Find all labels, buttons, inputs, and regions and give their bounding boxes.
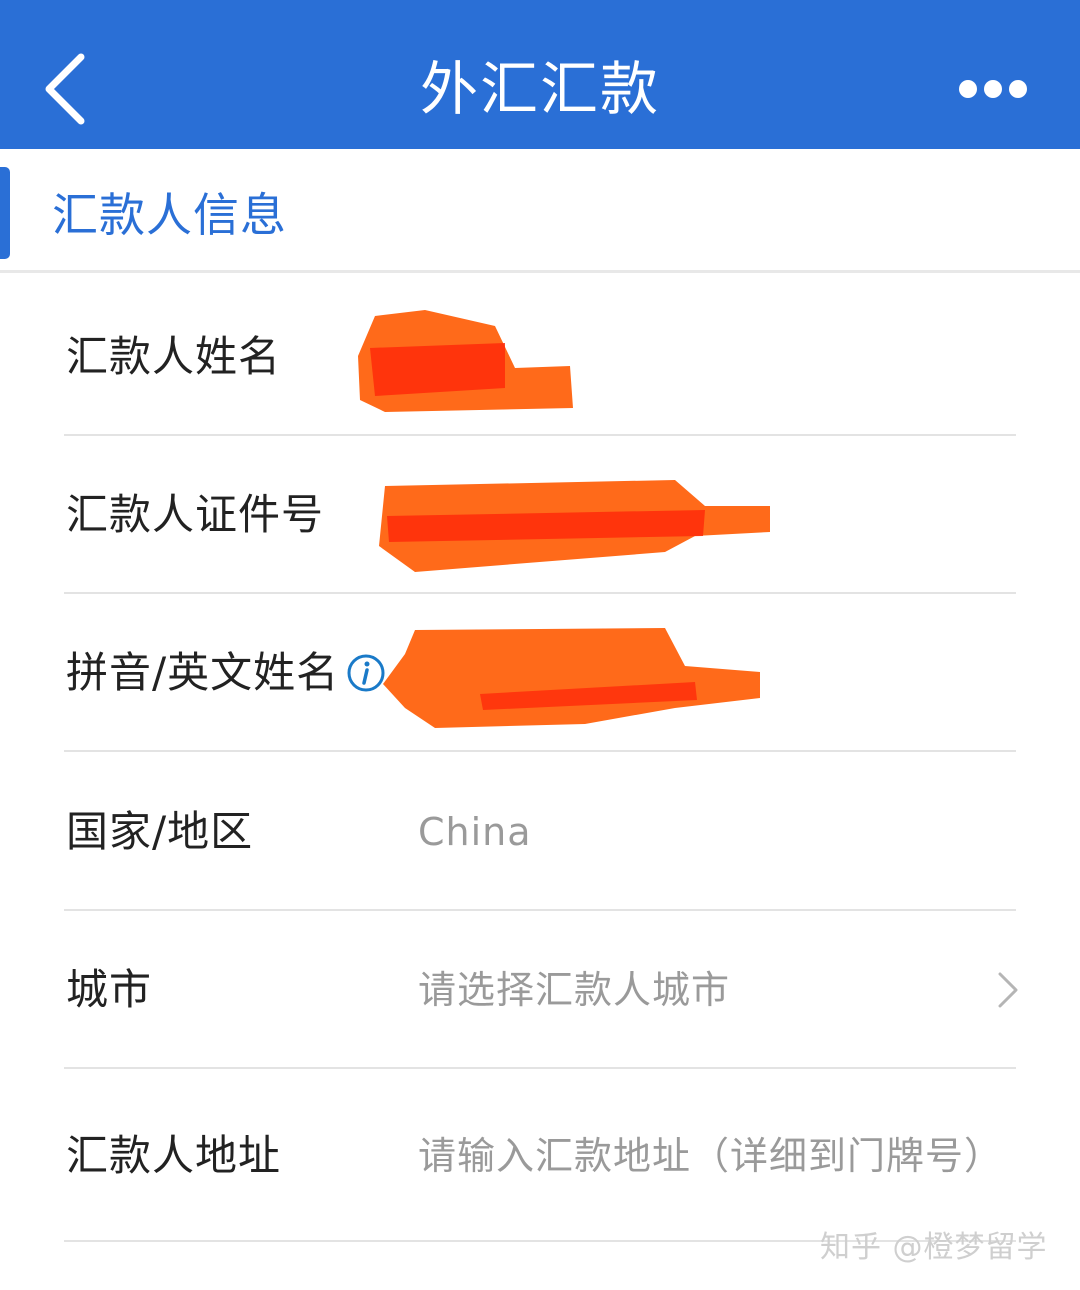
remitter-id-label: 汇款人证件号 — [66, 490, 325, 539]
address-row[interactable]: 汇款人地址 请输入汇款地址（详细到门牌号） — [0, 1069, 1080, 1242]
address-placeholder[interactable]: 请输入汇款地址（详细到门牌号） — [418, 1130, 1003, 1182]
city-label: 城市 — [66, 965, 153, 1014]
country-label: 国家/地区 — [66, 807, 254, 856]
section-title: 汇款人信息 — [52, 188, 287, 242]
address-label: 汇款人地址 — [66, 1130, 282, 1180]
page-title: 外汇汇款 — [419, 54, 660, 123]
pinyin-name-row[interactable]: 拼音/英文姓名 — [0, 594, 1080, 752]
section-accent-bar — [0, 167, 10, 259]
section-header: 汇款人信息 — [0, 149, 1080, 273]
city-row[interactable]: 城市 请选择汇款人城市 — [0, 911, 1080, 1069]
chevron-right-icon[interactable] — [992, 968, 1022, 1012]
country-value: China — [418, 810, 532, 854]
country-row[interactable]: 国家/地区 China — [0, 753, 1080, 911]
remitter-name-label: 汇款人姓名 — [66, 332, 282, 381]
watermark: 知乎 @橙梦留学 — [820, 1230, 1048, 1265]
city-placeholder[interactable]: 请选择汇款人城市 — [418, 964, 730, 1016]
redaction-mark — [358, 310, 573, 412]
row-divider — [64, 750, 1016, 752]
more-button[interactable] — [945, 62, 1041, 116]
remitter-name-row[interactable]: 汇款人姓名 — [0, 278, 1080, 436]
remitter-id-row[interactable]: 汇款人证件号 — [0, 436, 1080, 594]
redaction-mark — [383, 628, 760, 728]
pinyin-name-label: 拼音/英文姓名 — [66, 648, 340, 697]
more-dots-icon — [959, 80, 1027, 98]
top-nav-bar: 外汇汇款 — [0, 0, 1080, 149]
redaction-mark — [379, 480, 770, 572]
